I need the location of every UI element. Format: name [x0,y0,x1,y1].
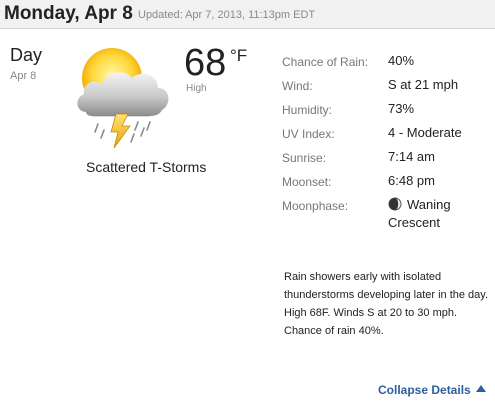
detail-value: 6:48 pm [388,173,435,188]
detail-label: UV Index: [282,127,335,141]
forecast-description: Rain showers early with isolated thunder… [284,271,489,337]
detail-row-moonset: Moonset: 6:48 pm [282,173,492,197]
moon-waning-crescent-icon [388,197,402,215]
detail-value: 73% [388,101,415,116]
detail-value: 4 - Moderate [388,125,462,140]
detail-row-uv: UV Index: 4 - Moderate [282,125,492,149]
detail-value: Waning Crescent [388,197,451,231]
temperature-value: 68 [184,42,227,84]
detail-row-moonphase: Moonphase: Waning Crescent [282,197,492,230]
detail-value: 7:14 am [388,149,435,164]
condition-text: Scattered T-Storms [86,159,207,175]
detail-label: Wind: [282,79,313,93]
collapse-details-link[interactable]: Collapse Details [378,383,471,397]
detail-value: 40% [388,53,415,68]
scattered-tstorms-icon [68,40,178,150]
updated-timestamp: Updated: Apr 7, 2013, 11:13pm EDT [138,9,316,21]
collapse-arrow-icon[interactable] [476,385,486,392]
detail-label: Humidity: [282,103,333,117]
details-list: Chance of Rain: 40% Wind: S at 21 mph Hu… [282,53,492,230]
detail-row-rain: Chance of Rain: 40% [282,53,492,77]
detail-label: Chance of Rain: [282,55,369,69]
detail-value: S at 21 mph [388,77,459,92]
period-label: Day [10,45,43,65]
detail-label: Sunrise: [282,151,327,165]
temperature-unit: °F [230,46,248,65]
detail-label: Moonphase: [282,199,349,213]
forecast-header: Monday, Apr 8 Updated: Apr 7, 2013, 11:1… [0,0,495,29]
temperature-label: High [186,83,207,94]
detail-label: Moonset: [282,175,332,189]
detail-row-humidity: Humidity: 73% [282,101,492,125]
period-date: Apr 8 [10,70,37,82]
forecast-date-title: Monday, Apr 8 [4,3,133,24]
detail-row-sunrise: Sunrise: 7:14 am [282,149,492,173]
detail-row-wind: Wind: S at 21 mph [282,77,492,101]
moonphase-line1: Waning [407,197,451,212]
moonphase-line2: Crescent [388,215,441,230]
